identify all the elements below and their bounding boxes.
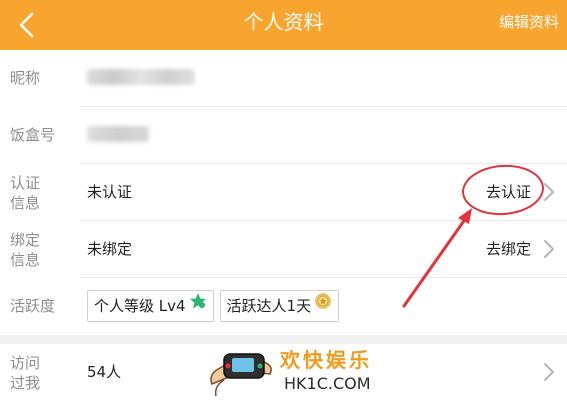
top-bar: 个人资料 编辑资料 <box>0 0 567 50</box>
nickname-row: 昵称 <box>0 50 567 107</box>
activity-row: 活跃度 个人等级 Lv4 活跃达人1天 <box>0 278 567 335</box>
verify-status: 未认证 <box>87 183 133 201</box>
watermark-text: 欢快娱乐 <box>280 348 372 372</box>
go-bind-button[interactable]: 去绑定 <box>486 239 531 259</box>
page-title: 个人资料 <box>243 10 324 34</box>
fanhe-id-value-blurred <box>87 126 149 142</box>
activity-badges: 个人等级 Lv4 活跃达人1天 <box>87 290 345 322</box>
active-days-badge-label: 活跃达人1天 <box>226 297 312 315</box>
fanhe-id-row: 饭盒号 <box>0 107 567 164</box>
activity-label: 活跃度 <box>10 297 56 315</box>
level-badge-label: 个人等级 Lv4 <box>94 297 186 315</box>
section-gap <box>0 335 567 344</box>
chevron-right-icon <box>544 363 554 381</box>
chevron-right-icon <box>544 240 554 258</box>
bind-status: 未绑定 <box>87 240 133 258</box>
verify-label: 认证信息 <box>10 174 41 212</box>
visitors-count: 54人 <box>87 363 122 381</box>
watermark: 欢快娱乐 HK1C.COM <box>206 344 376 401</box>
star-icon <box>189 290 207 320</box>
level-badge[interactable]: 个人等级 Lv4 <box>87 290 214 322</box>
nickname-value-blurred <box>87 69 195 85</box>
fanhe-id-label: 饭盒号 <box>10 126 56 144</box>
edit-profile-button[interactable]: 编辑资料 <box>499 0 559 44</box>
nickname-label: 昵称 <box>10 69 41 87</box>
visitors-label: 访问过我 <box>10 354 41 392</box>
medal-icon <box>314 290 332 320</box>
bind-row[interactable]: 绑定信息 未绑定 去绑定 <box>0 221 567 278</box>
chevron-right-icon <box>544 183 554 201</box>
bind-label: 绑定信息 <box>10 231 41 269</box>
game-controller-hands-icon <box>210 353 272 397</box>
active-days-badge[interactable]: 活跃达人1天 <box>219 290 340 322</box>
watermark-url: HK1C.COM <box>284 374 371 393</box>
